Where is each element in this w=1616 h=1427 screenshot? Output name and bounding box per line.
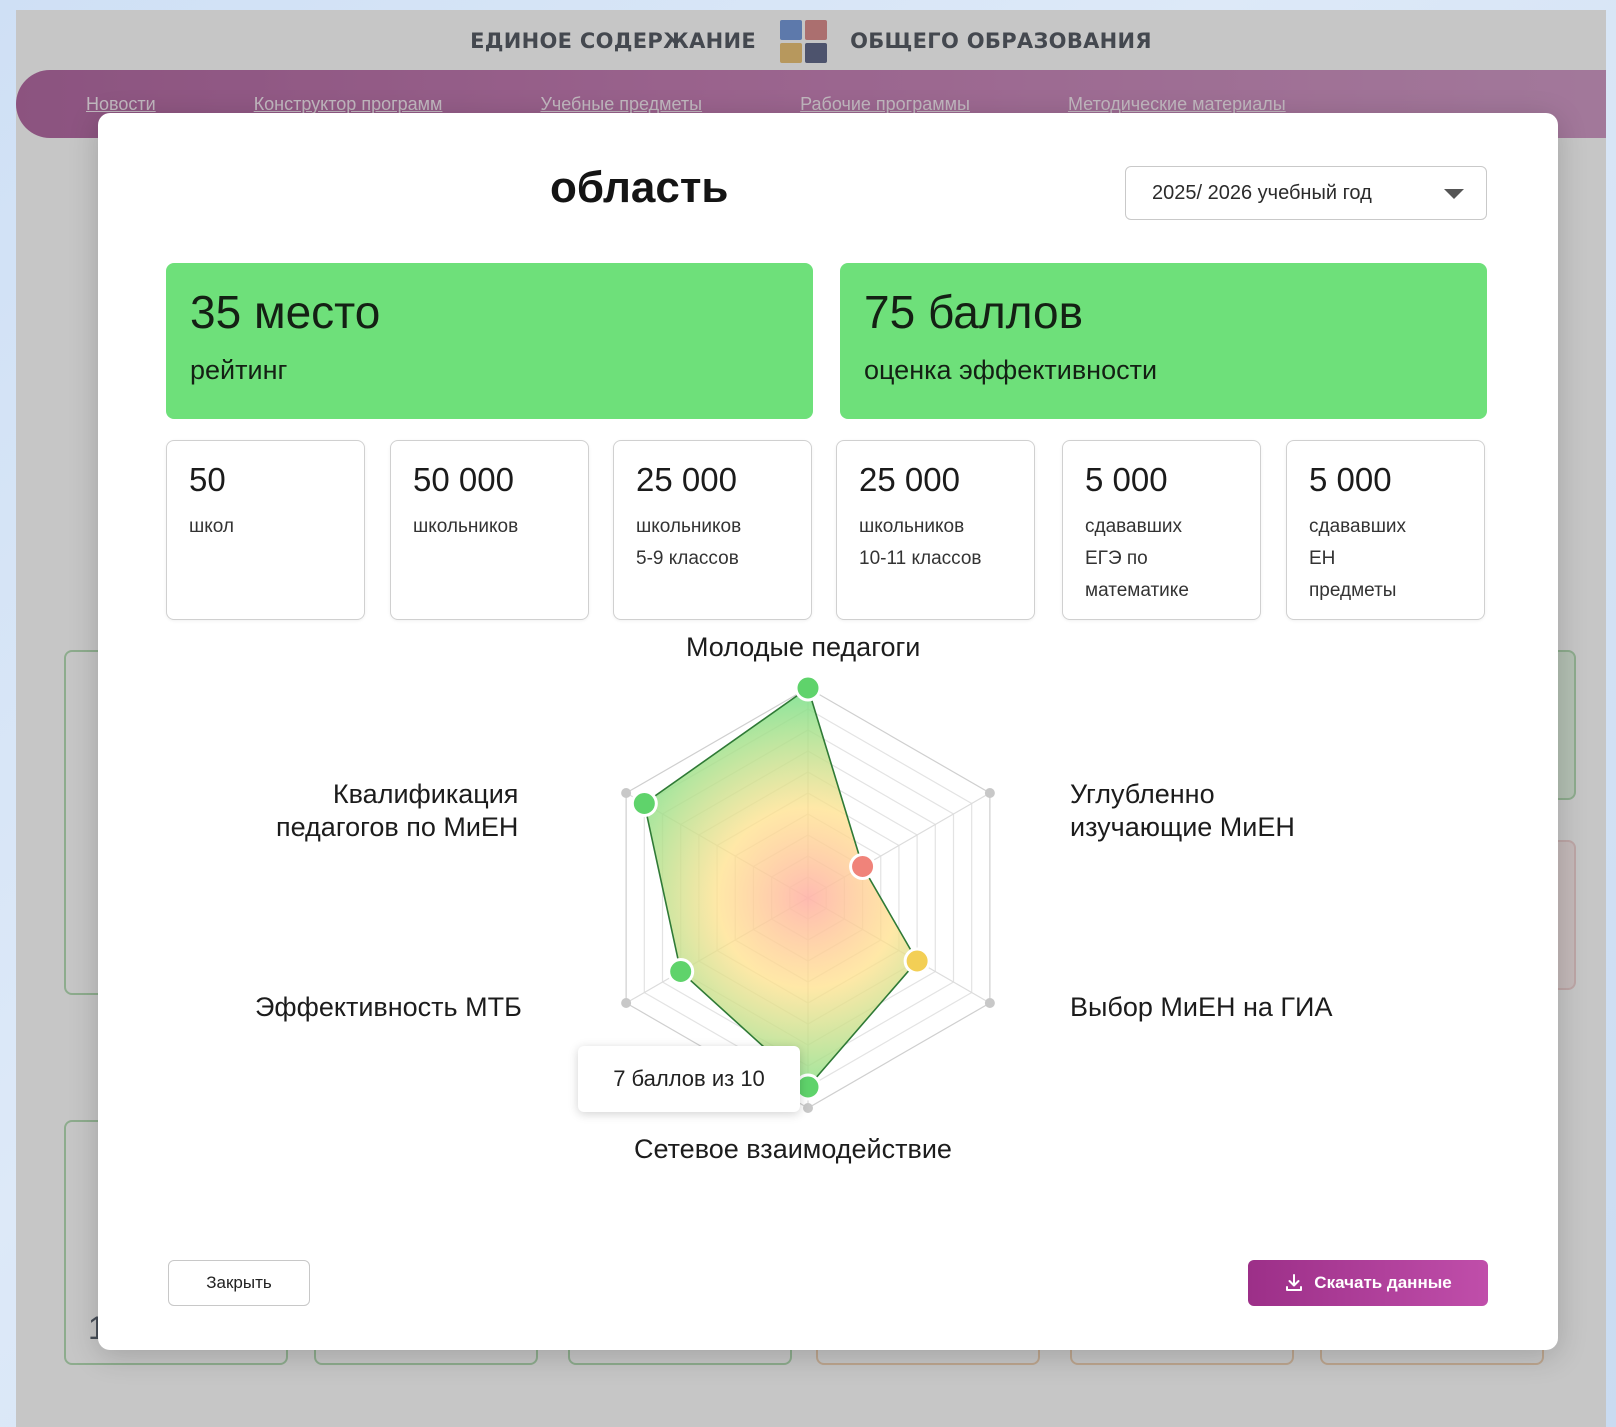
radar-axis-end bbox=[984, 998, 995, 1008]
radar-point bbox=[630, 790, 658, 817]
chart-tooltip: 7 баллов из 10 bbox=[578, 1046, 800, 1112]
radar-axis-label: Сетевое взаимодействие bbox=[634, 1134, 952, 1164]
download-data-button[interactable]: Скачать данные bbox=[1248, 1260, 1488, 1306]
radar-axis-label: Эффективность МТБ bbox=[255, 992, 522, 1022]
radar-point bbox=[794, 674, 822, 702]
download-label: Скачать данные bbox=[1314, 1273, 1452, 1292]
radar-point bbox=[903, 947, 931, 975]
radar-axis-end bbox=[621, 998, 632, 1008]
download-icon bbox=[1284, 1273, 1304, 1293]
radar-axis-label: Выбор МиЕН на ГИА bbox=[1070, 992, 1333, 1022]
radar-axis-label: Углубленно изучающие МиЕН bbox=[1070, 779, 1295, 842]
radar-axis-label: Квалификация педагогов по МиЕН bbox=[276, 779, 519, 842]
radar-axis-label: Молодые педагоги bbox=[686, 632, 921, 662]
radar-axis-end bbox=[621, 788, 632, 798]
radar-point bbox=[849, 853, 877, 880]
region-modal: область 2025/ 2026 учебный год 35 место … bbox=[98, 113, 1558, 1350]
close-button[interactable]: Закрыть bbox=[168, 1260, 310, 1306]
radar-axis-end bbox=[803, 1103, 813, 1113]
radar-point bbox=[667, 958, 695, 985]
radar-axis-end bbox=[984, 788, 995, 798]
